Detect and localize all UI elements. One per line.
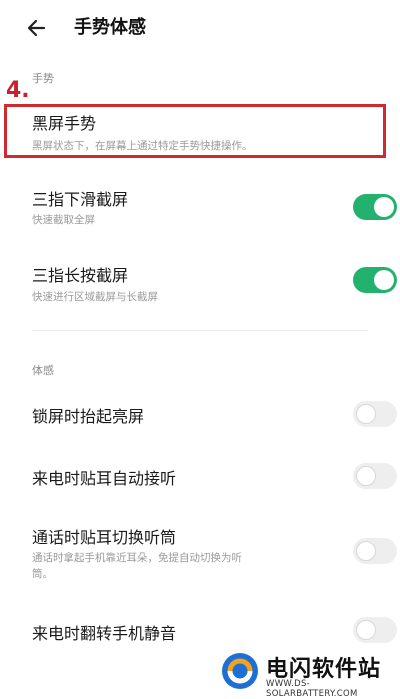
setting-title: 三指下滑截屏 xyxy=(32,190,129,209)
setting-ear-auto-answer[interactable]: 来电时贴耳自动接听 xyxy=(0,458,400,498)
toggle-switch[interactable] xyxy=(353,538,397,564)
watermark: 电闪软件站 WWW.DS-SOLARBATTERY.COM xyxy=(210,645,400,699)
section-label-gesture: 手势 xyxy=(32,72,54,85)
toggle-knob xyxy=(356,404,376,424)
toggle-knob xyxy=(356,620,376,640)
watermark-logo-icon xyxy=(220,651,260,691)
toggle-switch[interactable] xyxy=(353,463,397,489)
toggle-switch[interactable] xyxy=(353,194,397,220)
setting-subtitle: 通话时拿起手机靠近耳朵，免提自动切换为听 xyxy=(32,552,242,564)
setting-black-screen-gesture[interactable]: 黑屏手势 黑屏状态下，在屏幕上通过特定手势快捷操作。 xyxy=(0,104,400,158)
setting-title: 三指长按截屏 xyxy=(32,266,129,285)
page-title: 手势体感 xyxy=(74,17,146,38)
toggle-knob xyxy=(356,541,376,561)
toggle-switch[interactable] xyxy=(353,401,397,427)
setting-title: 来电时翻转手机静音 xyxy=(32,624,177,643)
annotation-number: 4. xyxy=(6,78,30,103)
setting-subtitle: 快速进行区域截屏与长截屏 xyxy=(32,291,158,303)
setting-title: 来电时贴耳自动接听 xyxy=(32,469,177,488)
setting-three-finger-hold[interactable]: 三指长按截屏 快速进行区域截屏与长截屏 xyxy=(0,256,400,312)
toggle-switch[interactable] xyxy=(353,267,397,293)
setting-subtitle: 快速截取全屏 xyxy=(32,214,95,226)
setting-title: 通话时贴耳切换听筒 xyxy=(32,528,177,547)
setting-three-finger-swipe[interactable]: 三指下滑截屏 快速截取全屏 xyxy=(0,180,400,236)
toggle-knob xyxy=(374,270,394,290)
toggle-switch[interactable] xyxy=(353,617,397,643)
setting-title: 锁屏时抬起亮屏 xyxy=(32,407,145,426)
setting-ear-switch-earpiece[interactable]: 通话时贴耳切换听筒 通话时拿起手机靠近耳朵，免提自动切换为听 筒。 xyxy=(0,518,400,590)
toggle-knob xyxy=(356,466,376,486)
setting-subtitle: 筒。 xyxy=(32,568,53,580)
watermark-url: WWW.DS-SOLARBATTERY.COM xyxy=(266,679,358,699)
setting-title: 黑屏手势 xyxy=(32,114,97,133)
top-bar: 手势体感 xyxy=(0,0,400,56)
section-label-motion: 体感 xyxy=(32,364,54,377)
setting-subtitle: 黑屏状态下，在屏幕上通过特定手势快捷操作。 xyxy=(32,140,253,152)
setting-raise-to-wake[interactable]: 锁屏时抬起亮屏 xyxy=(0,396,400,436)
toggle-knob xyxy=(374,197,394,217)
back-arrow-icon[interactable] xyxy=(24,14,56,42)
section-divider xyxy=(32,330,368,331)
